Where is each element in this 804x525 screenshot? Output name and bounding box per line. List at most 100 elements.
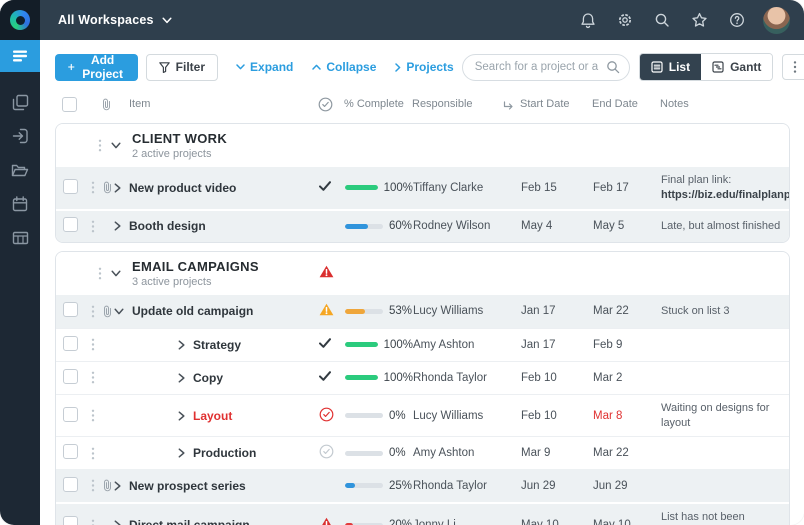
row-checkbox[interactable]: [63, 302, 78, 317]
expand-link[interactable]: Expand: [236, 60, 293, 74]
table-row[interactable]: Strategy 100% Amy Ashton Jan 17 Feb 9: [56, 328, 789, 361]
table-icon: [12, 231, 29, 245]
chevron-right-icon[interactable]: [114, 520, 121, 525]
row-checkbox[interactable]: [63, 477, 78, 492]
app-logo[interactable]: [0, 0, 40, 40]
item-name[interactable]: Strategy: [193, 338, 241, 352]
table-row[interactable]: Layout 0% Lucy Williams Feb 10 Mar 8 Wai…: [56, 394, 789, 437]
row-checkbox[interactable]: [63, 217, 78, 232]
end-date: Feb 9: [593, 339, 661, 351]
table-row[interactable]: Update old campaign 53% Lucy Williams Ja…: [56, 295, 789, 328]
group-header[interactable]: EMAIL CAMPAIGNS 3 active projects: [56, 252, 789, 295]
group-header[interactable]: CLIENT WORK 2 active projects: [56, 124, 789, 167]
chevron-down-icon[interactable]: [111, 142, 121, 149]
gantt-view-button[interactable]: Gantt: [701, 54, 772, 80]
kebab-icon[interactable]: [91, 479, 95, 492]
row-checkbox[interactable]: [63, 516, 78, 525]
list-view-icon: [11, 48, 29, 64]
sidebar-item-folder-open[interactable]: [0, 154, 40, 186]
kebab-icon[interactable]: [91, 220, 95, 233]
item-name[interactable]: New prospect series: [129, 479, 246, 493]
kebab-icon[interactable]: [91, 409, 95, 422]
add-project-button[interactable]: Add Project: [55, 54, 138, 81]
table-row[interactable]: New prospect series 25% Rhonda Taylor Ju…: [56, 469, 789, 502]
row-checkbox[interactable]: [63, 407, 78, 422]
chevron-right-icon[interactable]: [178, 340, 185, 350]
gear-icon[interactable]: [617, 12, 633, 28]
column-item[interactable]: Item: [113, 98, 318, 110]
help-icon[interactable]: [729, 12, 745, 28]
sidebar-item-list-view[interactable]: [0, 40, 40, 72]
table-row[interactable]: Direct mail campaign 20% Jonny Li May 10…: [56, 502, 789, 525]
note-text: List has not been received: [661, 511, 745, 525]
chevron-right-icon[interactable]: [114, 221, 121, 231]
kebab-icon[interactable]: [98, 139, 102, 152]
column-start-date[interactable]: Start Date: [520, 98, 592, 110]
row-checkbox[interactable]: [63, 369, 78, 384]
sidebar-item-table[interactable]: [0, 222, 40, 254]
chevron-right-icon[interactable]: [178, 448, 185, 458]
search-input[interactable]: [462, 54, 630, 81]
percent-label: 60%: [389, 220, 412, 232]
list-view-button[interactable]: List: [640, 54, 701, 80]
chevron-right-icon[interactable]: [178, 411, 185, 421]
filter-button[interactable]: Filter: [146, 54, 218, 81]
app-window: All Workspaces Add Project: [0, 0, 804, 525]
table-row[interactable]: Copy 100% Rhonda Taylor Feb 10 Mar 2: [56, 361, 789, 394]
check-circle-gray-icon: [319, 444, 334, 459]
more-options-button[interactable]: [782, 54, 804, 80]
end-date: Mar 22: [593, 447, 661, 459]
sidebar-item-sign-in[interactable]: [0, 120, 40, 152]
column-notes[interactable]: Notes: [660, 98, 790, 110]
kebab-icon[interactable]: [91, 371, 95, 384]
table-row[interactable]: Production 0% Amy Ashton Mar 9 Mar 22: [56, 436, 789, 469]
column-end-date[interactable]: End Date: [592, 98, 660, 110]
row-checkbox[interactable]: [63, 179, 78, 194]
item-name[interactable]: Update old campaign: [132, 304, 253, 318]
list-label: List: [669, 60, 690, 74]
topbar: All Workspaces: [40, 0, 804, 40]
table-row[interactable]: New product video 100% Tiffany Clarke Fe…: [56, 167, 789, 209]
responsible-name: Amy Ashton: [413, 339, 521, 351]
column-percent[interactable]: % Complete: [344, 98, 412, 110]
kebab-icon[interactable]: [91, 519, 95, 525]
item-name[interactable]: Copy: [193, 371, 223, 385]
search-icon[interactable]: [606, 60, 620, 79]
percent-label: 100%: [384, 339, 413, 351]
kebab-icon[interactable]: [91, 447, 95, 460]
workspace-selector[interactable]: All Workspaces: [58, 13, 172, 27]
chevron-down-icon[interactable]: [114, 308, 124, 315]
kebab-icon[interactable]: [91, 181, 95, 194]
sidebar-item-calendar[interactable]: [0, 188, 40, 220]
star-icon[interactable]: [691, 12, 708, 28]
item-name[interactable]: New product video: [129, 181, 236, 195]
kebab-icon[interactable]: [91, 305, 95, 318]
chevron-right-icon[interactable]: [114, 183, 121, 193]
row-checkbox[interactable]: [63, 336, 78, 351]
chevron-right-icon[interactable]: [178, 373, 185, 383]
search-icon[interactable]: [654, 12, 670, 28]
start-date: May 4: [521, 220, 593, 232]
chevron-right-icon[interactable]: [114, 481, 121, 491]
row-checkbox[interactable]: [63, 444, 78, 459]
item-name[interactable]: Production: [193, 446, 256, 460]
table-row[interactable]: Booth design 60% Rodney Wilson May 4 May…: [56, 209, 789, 242]
collapse-link[interactable]: Collapse: [312, 60, 376, 74]
kebab-icon[interactable]: [98, 267, 102, 280]
sidebar-item-copy-pages[interactable]: [0, 86, 40, 118]
chevron-down-icon[interactable]: [111, 270, 121, 277]
item-name[interactable]: Booth design: [129, 219, 206, 233]
user-avatar[interactable]: [763, 7, 790, 34]
check-icon: [319, 181, 331, 191]
notes-cell: [661, 339, 789, 351]
note-text: Stuck on list 3: [661, 305, 729, 317]
item-name[interactable]: Direct mail campaign: [129, 518, 250, 525]
bell-icon[interactable]: [580, 12, 596, 29]
kebab-icon[interactable]: [91, 338, 95, 351]
responsible-name: Lucy Williams: [413, 410, 521, 422]
copy-pages-icon: [12, 94, 29, 111]
select-all-checkbox[interactable]: [62, 97, 77, 112]
workspace-label: All Workspaces: [58, 13, 154, 27]
item-name[interactable]: Layout: [193, 409, 232, 423]
projects-link[interactable]: Projects: [395, 60, 453, 74]
